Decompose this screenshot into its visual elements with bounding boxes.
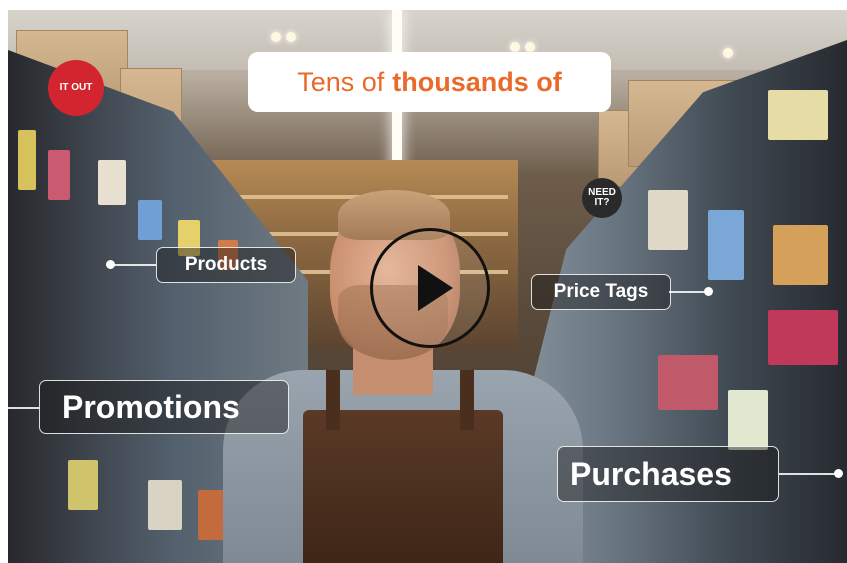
product (48, 150, 70, 200)
product (658, 355, 718, 410)
headline-bold-text: thousands of (392, 66, 562, 97)
sign-text: IT OUT (59, 82, 93, 93)
connector-dot (704, 287, 713, 296)
connector-dot (834, 469, 843, 478)
store-sign-right: NEED IT? (582, 178, 622, 218)
apron-strap (460, 370, 474, 430)
ceiling-spotlight (723, 48, 733, 58)
product (648, 190, 688, 250)
sign-text: NEED IT? (588, 187, 616, 208)
product (138, 200, 162, 240)
product (18, 130, 36, 190)
person-apron (303, 410, 503, 563)
label-connector (8, 407, 39, 409)
ceiling-spotlight (286, 32, 296, 42)
label-products: Products (156, 247, 296, 283)
apron-strap (326, 370, 340, 430)
label-promotions: Promotions (39, 380, 289, 434)
product (773, 225, 828, 285)
product (98, 160, 126, 205)
label-price-tags: Price Tags (531, 274, 671, 310)
connector-dot (106, 260, 115, 269)
store-sign-left: IT OUT (48, 60, 104, 116)
product (68, 460, 98, 510)
label-connector (779, 473, 837, 475)
ceiling-spotlight (525, 42, 535, 52)
label-connector (669, 291, 707, 293)
product (728, 390, 768, 450)
label-connector (110, 264, 156, 266)
ceiling-spotlight (510, 42, 520, 52)
product (768, 310, 838, 365)
product (708, 210, 744, 280)
product (768, 90, 828, 140)
headline-box: Tens of thousands of (248, 52, 611, 112)
headline-text: Tens of (297, 66, 385, 97)
play-button[interactable] (370, 228, 490, 348)
ceiling-spotlight (271, 32, 281, 42)
play-icon (418, 265, 453, 311)
product (148, 480, 182, 530)
label-purchases: Purchases (557, 446, 779, 502)
